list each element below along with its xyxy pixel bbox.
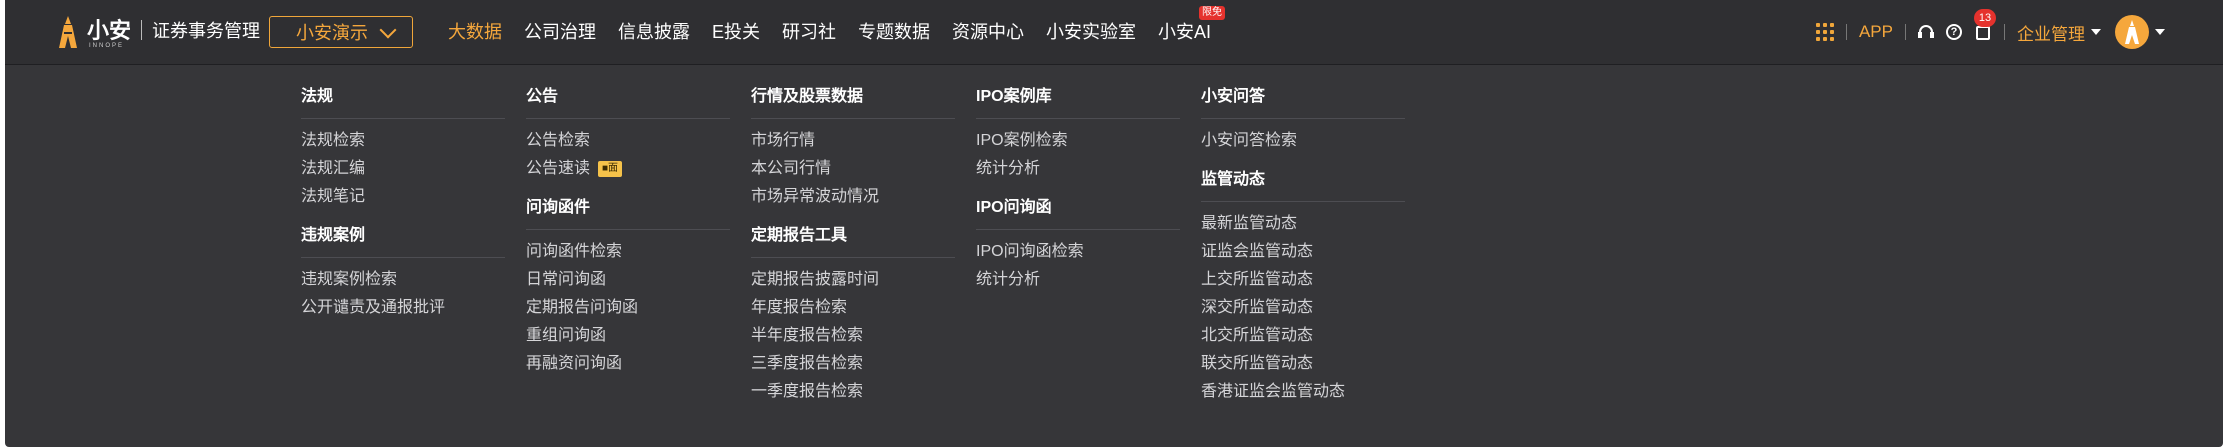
menu-link[interactable]: 定期报告披露时间 <box>751 266 955 294</box>
divider <box>2004 24 2005 40</box>
menu-link[interactable]: 香港证监会监管动态 <box>1201 378 1405 406</box>
menu-link[interactable]: 半年度报告检索 <box>751 322 955 350</box>
menu-link[interactable]: 一季度报告检索 <box>751 378 955 406</box>
vip-badge-label: ■面 <box>602 163 619 174</box>
section-title-regulatory-news: 监管动态 <box>1201 155 1405 202</box>
menu-link[interactable]: 深交所监管动态 <box>1201 294 1405 322</box>
main-nav: 大数据 公司治理 信息披露 E投关 研习社 专题数据 资源中心 小安实验室 小安… <box>448 0 1233 64</box>
section-title-announcements: 公告 <box>526 64 730 119</box>
nav-item-lab[interactable]: 小安实验室 <box>1046 0 1136 64</box>
nav-item-big-data[interactable]: 大数据 <box>448 0 502 64</box>
nav-item-resource-center[interactable]: 资源中心 <box>952 0 1024 64</box>
menu-column-5: 小安问答 小安问答检索 监管动态 最新监管动态 证监会监管动态 上交所监管动态 … <box>1201 64 1405 406</box>
menu-link[interactable]: 公开谴责及通报批评 <box>301 294 505 322</box>
menu-link[interactable]: 年度报告检索 <box>751 294 955 322</box>
menu-link[interactable]: 统计分析 <box>976 266 1180 294</box>
message-count-badge: 13 <box>1974 9 1996 27</box>
caret-down-icon <box>2091 29 2101 35</box>
menu-link[interactable]: IPO问询函检索 <box>976 238 1180 266</box>
menu-link[interactable]: 本公司行情 <box>751 155 955 183</box>
chevron-down-icon <box>379 21 397 39</box>
apps-grid-icon[interactable] <box>1815 23 1834 41</box>
enterprise-menu[interactable]: 企业管理 <box>2017 20 2085 45</box>
top-navbar: 小安 INNOPE 证券事务管理 小安演示 大数据 公司治理 信息披露 E投关 … <box>5 0 2223 65</box>
app-window: 小安 INNOPE 证券事务管理 小安演示 大数据 公司治理 信息披露 E投关 … <box>5 0 2223 447</box>
menu-link[interactable]: 日常问询函 <box>526 266 730 294</box>
menu-link[interactable]: 问询函件检索 <box>526 238 730 266</box>
section-title-inquiry-letters: 问询函件 <box>526 183 730 230</box>
section-title-market-data: 行情及股票数据 <box>751 64 955 119</box>
menu-link[interactable]: 法规检索 <box>301 127 505 155</box>
menu-link[interactable]: 北交所监管动态 <box>1201 322 1405 350</box>
menu-link[interactable]: 三季度报告检索 <box>751 350 955 378</box>
menu-link[interactable]: 证监会监管动态 <box>1201 238 1405 266</box>
menu-link[interactable]: 法规汇编 <box>301 155 505 183</box>
menu-link[interactable]: 定期报告问询函 <box>526 294 730 322</box>
brand-name: 小安 <box>87 18 132 43</box>
nav-item-topic-data[interactable]: 专题数据 <box>858 0 930 64</box>
help-icon[interactable]: ? <box>1946 24 1962 40</box>
menu-link[interactable]: 法规笔记 <box>301 183 505 211</box>
menu-link[interactable]: 重组问询函 <box>526 322 730 350</box>
menu-link[interactable]: 再融资问询函 <box>526 350 730 378</box>
nav-item-ai-label: 小安AI <box>1158 22 1212 42</box>
app-download-link[interactable]: APP <box>1859 22 1893 42</box>
menu-column-2: 公告 公告检索 公告速读 ■面 问询函件 问询函件检索 日常问询函 定期报告问询… <box>526 64 730 378</box>
org-select-value: 小安演示 <box>296 23 368 43</box>
message-icon <box>1976 26 1990 40</box>
section-title-report-tools: 定期报告工具 <box>751 211 955 258</box>
free-badge: 限免 <box>1199 6 1226 20</box>
menu-link[interactable]: 小安问答检索 <box>1201 127 1405 155</box>
section-title-qa: 小安问答 <box>1201 64 1405 119</box>
org-select[interactable]: 小安演示 <box>269 16 413 48</box>
menu-column-1: 法规 法规检索 法规汇编 法规笔记 违规案例 违规案例检索 公开谴责及通报批评 <box>301 64 505 322</box>
menu-link[interactable]: 最新监管动态 <box>1201 210 1405 238</box>
brand-logo[interactable]: 小安 INNOPE 证券事务管理 <box>55 14 260 50</box>
headset-icon[interactable] <box>1918 24 1934 40</box>
menu-link[interactable]: 统计分析 <box>976 155 1180 183</box>
header-tools: APP ? 13 企业管理 <box>1815 0 2165 64</box>
section-title-ipo-cases: IPO案例库 <box>976 64 1180 119</box>
menu-link[interactable]: 市场行情 <box>751 127 955 155</box>
menu-column-4: IPO案例库 IPO案例检索 统计分析 IPO问询函 IPO问询函检索 统计分析 <box>976 64 1180 294</box>
nav-item-study-club[interactable]: 研习社 <box>782 0 836 64</box>
section-title-regulations: 法规 <box>301 64 505 119</box>
menu-link[interactable]: 违规案例检索 <box>301 266 505 294</box>
menu-link[interactable]: 市场异常波动情况 <box>751 183 955 211</box>
menu-column-3: 行情及股票数据 市场行情 本公司行情 市场异常波动情况 定期报告工具 定期报告披… <box>751 64 955 406</box>
divider <box>1845 24 1847 40</box>
nav-item-investor-relations[interactable]: E投关 <box>712 0 760 64</box>
divider <box>1905 24 1906 40</box>
section-title-violation-cases: 违规案例 <box>301 211 505 258</box>
menu-link-quick-read[interactable]: 公告速读 ■面 <box>526 155 730 183</box>
messages-button[interactable]: 13 <box>1974 9 1996 41</box>
tower-logo-icon <box>55 15 81 49</box>
section-title-ipo-inquiry: IPO问询函 <box>976 183 1180 230</box>
nav-item-disclosure[interactable]: 信息披露 <box>618 0 690 64</box>
caret-down-icon[interactable] <box>2155 29 2165 35</box>
logo-divider <box>141 20 143 40</box>
brand-subtitle: INNOPE <box>89 43 125 49</box>
menu-link[interactable]: 联交所监管动态 <box>1201 350 1405 378</box>
vip-badge: ■面 <box>598 161 623 177</box>
nav-item-corporate-governance[interactable]: 公司治理 <box>524 0 596 64</box>
menu-link[interactable]: 公告检索 <box>526 127 730 155</box>
menu-link-label: 公告速读 <box>526 160 591 177</box>
menu-link[interactable]: IPO案例检索 <box>976 127 1180 155</box>
avatar[interactable] <box>2115 15 2149 49</box>
nav-item-ai[interactable]: 小安AI 限免 <box>1158 0 1226 64</box>
menu-link[interactable]: 上交所监管动态 <box>1201 266 1405 294</box>
app-title: 证券事务管理 <box>152 21 261 41</box>
